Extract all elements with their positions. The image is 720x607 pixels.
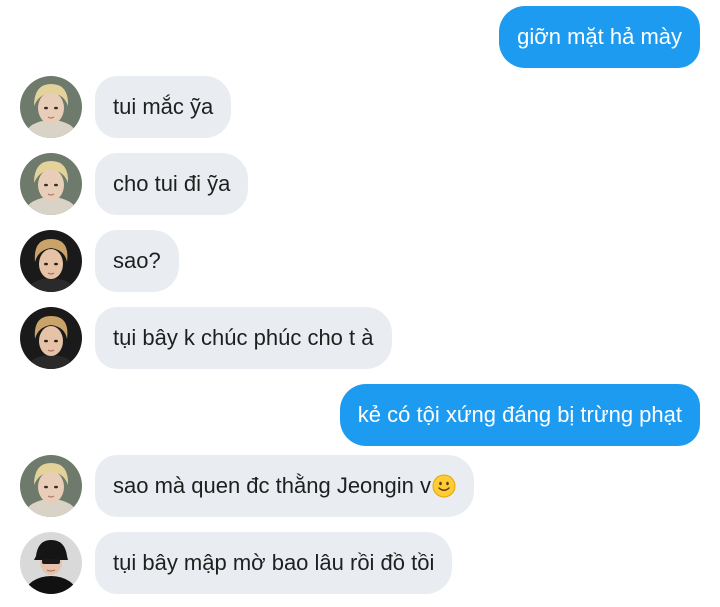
message-text: cho tui đi ỹa <box>113 171 231 196</box>
avatar-blond-boy[interactable] <box>20 153 82 215</box>
slightly-smiling-face-emoji <box>432 474 456 498</box>
incoming-message: tui mắc ỹa <box>0 76 720 138</box>
outgoing-message: giỡn mặt hả mày <box>499 6 700 68</box>
avatar-blond-boy[interactable] <box>20 455 82 517</box>
message-bubble[interactable]: giỡn mặt hả mày <box>499 6 700 68</box>
message-text: giỡn mặt hả mày <box>517 24 682 49</box>
avatar-dark-boy[interactable] <box>20 307 82 369</box>
incoming-message: tụi bây k chúc phúc cho t à <box>0 307 720 369</box>
incoming-message: sao mà quen đc thằng Jeongin v <box>0 455 720 517</box>
message-bubble[interactable]: sao mà quen đc thằng Jeongin v <box>95 455 475 517</box>
message-bubble[interactable]: sao? <box>95 230 179 292</box>
avatar-black-cap-boy[interactable] <box>20 532 82 594</box>
chat-thread: giỡn mặt hả mày tui mắc ỹa cho tui đi ỹa… <box>0 0 720 607</box>
incoming-message: cho tui đi ỹa <box>0 153 720 215</box>
message-bubble[interactable]: kẻ có tội xứng đáng bị trừng phạt <box>339 384 700 446</box>
message-bubble[interactable]: tụi bây mập mờ bao lâu rồi đồ tồi <box>95 532 453 594</box>
message-text: tụi bây mập mờ bao lâu rồi đồ tồi <box>113 550 435 575</box>
message-bubble[interactable]: cho tui đi ỹa <box>95 153 249 215</box>
incoming-message: tụi bây mập mờ bao lâu rồi đồ tồi <box>0 532 720 594</box>
message-bubble[interactable]: tui mắc ỹa <box>95 76 232 138</box>
message-text: tui mắc ỹa <box>113 94 214 119</box>
outgoing-message: kẻ có tội xứng đáng bị trừng phạt <box>339 384 700 446</box>
message-text: tụi bây k chúc phúc cho t à <box>113 325 374 350</box>
avatar-dark-boy[interactable] <box>20 230 82 292</box>
message-text: sao mà quen đc thằng Jeongin v <box>113 473 432 498</box>
avatar-blond-boy[interactable] <box>20 76 82 138</box>
message-text: sao? <box>113 248 161 273</box>
message-text: kẻ có tội xứng đáng bị trừng phạt <box>357 402 682 427</box>
incoming-message: sao? <box>0 230 720 292</box>
message-bubble[interactable]: tụi bây k chúc phúc cho t à <box>95 307 392 369</box>
